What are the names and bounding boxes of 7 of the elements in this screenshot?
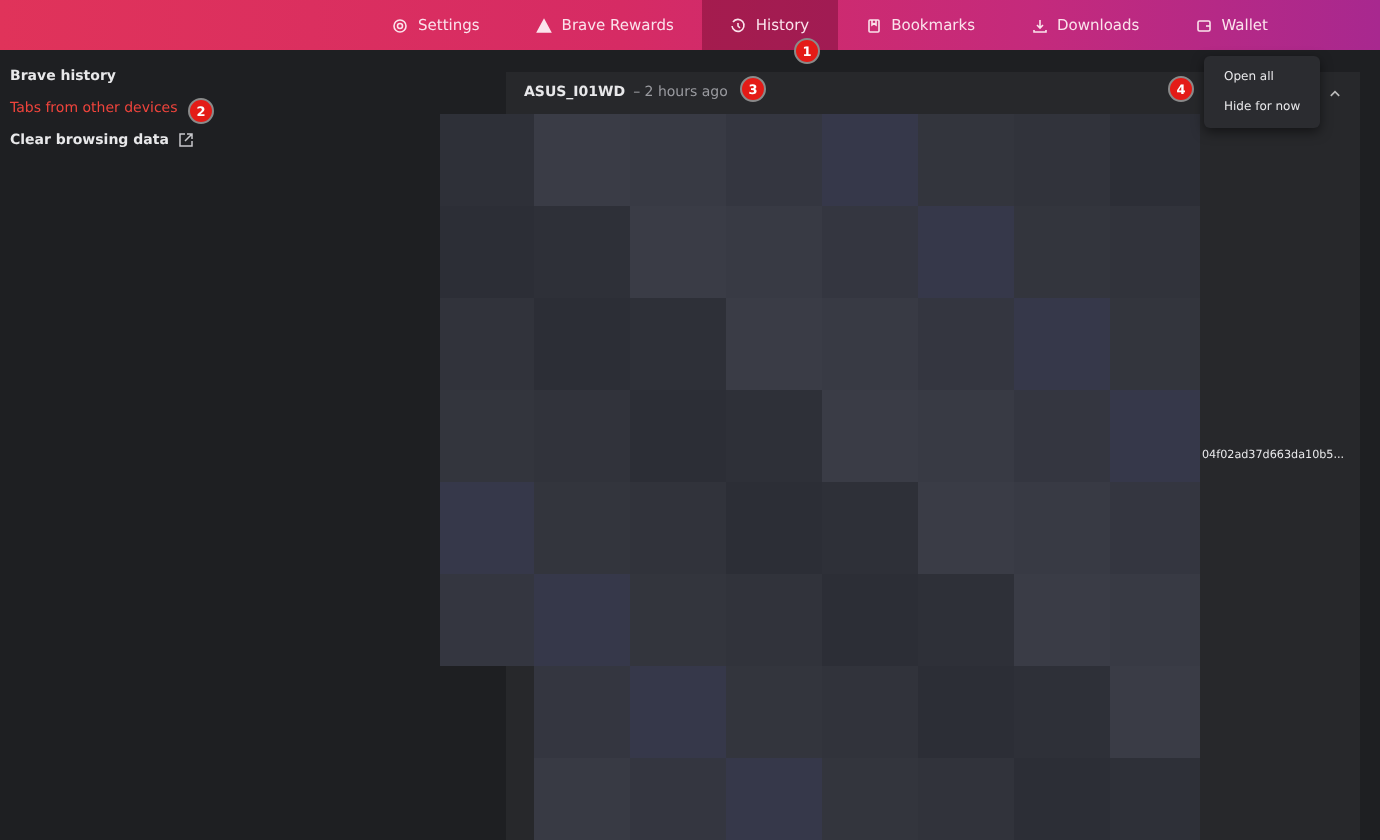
settings-icon bbox=[392, 17, 409, 33]
triangle-icon bbox=[535, 17, 552, 33]
clock-icon bbox=[729, 17, 746, 33]
book-icon bbox=[865, 17, 882, 33]
chevron-icon[interactable] bbox=[1328, 85, 1342, 99]
wallet-icon bbox=[1195, 17, 1212, 33]
download-icon bbox=[1031, 17, 1047, 33]
